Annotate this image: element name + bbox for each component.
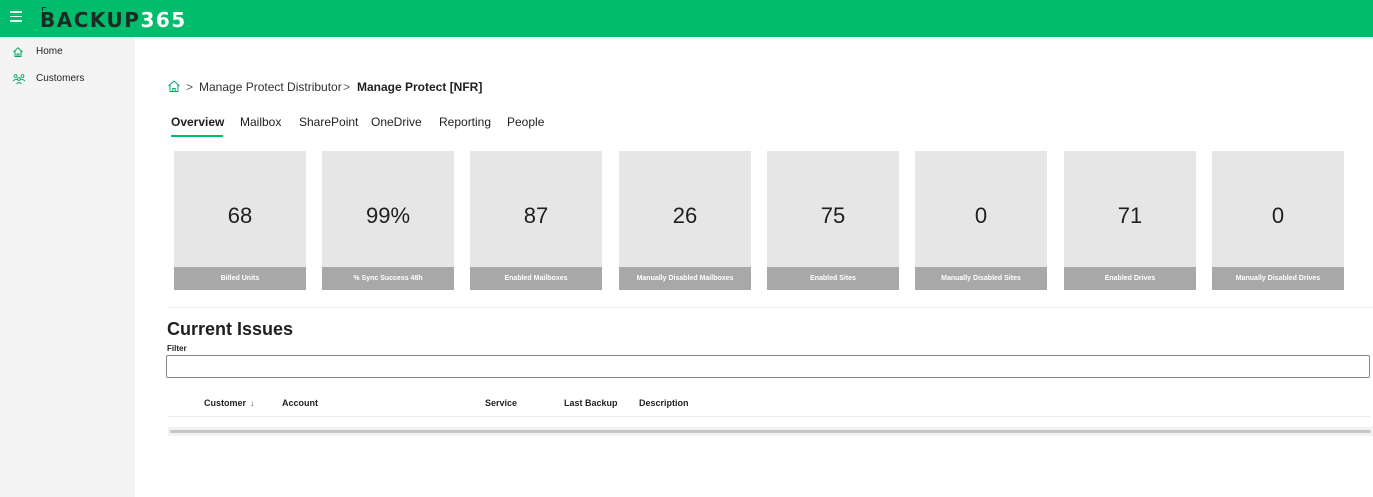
stat-label: Billed Units	[174, 267, 306, 290]
horizontal-scrollbar[interactable]	[168, 427, 1373, 436]
column-header-account[interactable]: Account	[282, 398, 318, 408]
stat-card-sync-success: 99% % Sync Success 48h	[322, 151, 454, 290]
stat-card-enabled-mailboxes: 87 Enabled Mailboxes	[470, 151, 602, 290]
breadcrumb-separator: >	[186, 80, 194, 94]
table-header-divider	[167, 416, 1370, 417]
stat-card-enabled-sites: 75 Enabled Sites	[767, 151, 899, 290]
breadcrumb-separator: >	[343, 80, 351, 94]
stat-label: Manually Disabled Drives	[1212, 267, 1344, 290]
tab-sharepoint[interactable]: SharePoint	[299, 115, 358, 129]
scrollbar-thumb[interactable]	[170, 430, 1371, 433]
stat-value: 99%	[365, 203, 411, 228]
column-header-service[interactable]: Service	[485, 398, 517, 408]
sidebar-item-home[interactable]: Home	[0, 41, 135, 65]
stat-value: 71	[1117, 203, 1143, 228]
tab-mailbox[interactable]: Mailbox	[240, 115, 281, 129]
stat-label: Enabled Sites	[767, 267, 899, 290]
sidebar-item-label: Home	[36, 46, 63, 57]
stat-value: 68	[227, 203, 253, 228]
filter-label: Filter	[167, 344, 187, 353]
home-breadcrumb-icon[interactable]	[167, 79, 181, 93]
hamburger-menu-icon[interactable]	[10, 11, 22, 25]
stat-label: Enabled Mailboxes	[470, 267, 602, 290]
filter-input[interactable]	[166, 355, 1370, 378]
stat-value: 0	[974, 203, 988, 228]
stat-card-billed-units: 68 Billed Units	[174, 151, 306, 290]
tab-onedrive[interactable]: OneDrive	[371, 115, 422, 129]
sidebar-item-customers[interactable]: Customers	[0, 68, 135, 92]
top-bar: BACKUP365	[0, 0, 1373, 37]
column-header-customer[interactable]: Customer ↓	[204, 398, 255, 408]
breadcrumb-item-current: Manage Protect [NFR]	[357, 80, 483, 94]
stat-value: 0	[1271, 203, 1285, 228]
app-logo[interactable]: BACKUP365	[40, 8, 187, 32]
breadcrumb-item-distributor[interactable]: Manage Protect Distributor	[199, 80, 342, 94]
stat-label: % Sync Success 48h	[322, 267, 454, 290]
stat-value: 75	[820, 203, 846, 228]
logo-text-365: 365	[140, 8, 187, 32]
sort-descending-icon: ↓	[250, 398, 255, 408]
active-tab-indicator	[171, 135, 223, 137]
sidebar: Home Customers	[0, 37, 135, 497]
stat-label: Manually Disabled Sites	[915, 267, 1047, 290]
column-header-last-backup[interactable]: Last Backup	[564, 398, 618, 408]
stat-card-disabled-sites: 0 Manually Disabled Sites	[915, 151, 1047, 290]
customers-icon	[12, 74, 26, 85]
home-icon	[13, 47, 23, 57]
stat-value: 87	[523, 203, 549, 228]
tab-people[interactable]: People	[507, 115, 544, 129]
current-issues-title: Current Issues	[167, 319, 294, 339]
main-content: > Manage Protect Distributor > Manage Pr…	[135, 37, 1373, 497]
section-divider	[167, 307, 1373, 308]
stat-card-enabled-drives: 71 Enabled Drives	[1064, 151, 1196, 290]
stat-card-disabled-drives: 0 Manually Disabled Drives	[1212, 151, 1344, 290]
stat-label: Enabled Drives	[1064, 267, 1196, 290]
column-header-label: Customer	[204, 398, 247, 408]
column-header-description[interactable]: Description	[639, 398, 689, 408]
stat-value: 26	[672, 203, 698, 228]
tab-overview[interactable]: Overview	[171, 115, 224, 129]
tab-reporting[interactable]: Reporting	[439, 115, 491, 129]
sidebar-item-label: Customers	[36, 73, 85, 84]
stat-label: Manually Disabled Mailboxes	[619, 267, 751, 290]
logo-text-backup: BACKUP	[40, 8, 141, 32]
stat-card-disabled-mailboxes: 26 Manually Disabled Mailboxes	[619, 151, 751, 290]
